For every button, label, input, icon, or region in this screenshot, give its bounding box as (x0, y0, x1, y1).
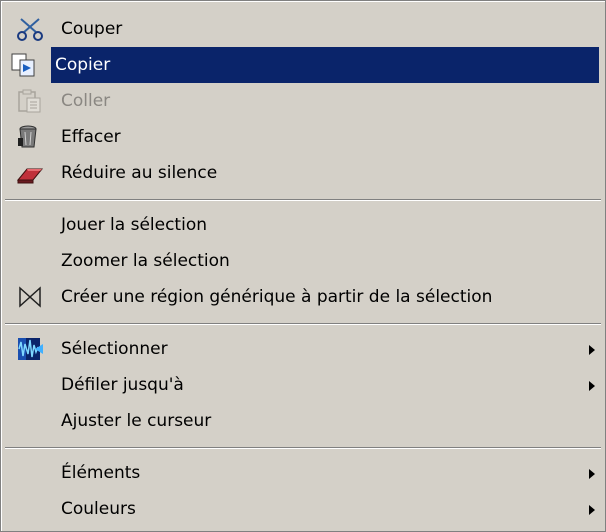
menu-item-reduire-au-silence[interactable]: Réduire au silence (7, 155, 599, 191)
scissors-icon (15, 16, 45, 42)
menu-item-label: Couper (61, 19, 123, 39)
menu-item-selectionner[interactable]: Sélectionner (7, 331, 599, 367)
menu-item-label: Zoomer la sélection (61, 251, 230, 271)
paste-icon (15, 88, 45, 114)
menu-item-jouer-la-selection[interactable]: Jouer la sélection (7, 207, 599, 243)
submenu-arrow-icon (589, 345, 595, 355)
waveform-select-icon (15, 336, 45, 362)
menu-item-couper[interactable]: Couper (7, 11, 599, 47)
menu-item-label: Couleurs (61, 499, 136, 519)
submenu-arrow-icon (589, 469, 595, 479)
menu-item-label: Ajuster le curseur (61, 411, 212, 431)
menu-item-ajuster-le-curseur[interactable]: Ajuster le curseur (7, 403, 599, 439)
menu-item-defiler-jusqua[interactable]: Défiler jusqu'à (7, 367, 599, 403)
menu-item-label: Éléments (61, 463, 141, 483)
menu-item-couleurs[interactable]: Couleurs (7, 491, 599, 527)
copy-icon (9, 52, 39, 78)
menu-item-label: Jouer la sélection (61, 215, 207, 235)
menu-item-copier[interactable]: Copier (11, 47, 599, 83)
menu-item-label: Sélectionner (61, 339, 168, 359)
menu-separator (5, 447, 601, 449)
menu-item-label: Effacer (61, 127, 121, 147)
submenu-arrow-icon (589, 381, 595, 391)
menu-item-creer-region-generique[interactable]: Créer une région générique à partir de l… (7, 279, 599, 315)
menu-item-label: Créer une région générique à partir de l… (61, 287, 493, 307)
bowtie-icon (15, 284, 45, 310)
menu-item-zoomer-la-selection[interactable]: Zoomer la sélection (7, 243, 599, 279)
eraser-icon (15, 160, 45, 186)
menu-item-label: Copier (55, 55, 111, 75)
menu-item-label: Défiler jusqu'à (61, 375, 184, 395)
menu-item-effacer[interactable]: Effacer (7, 119, 599, 155)
menu-item-label: Coller (61, 91, 111, 111)
trash-icon (15, 124, 45, 150)
context-menu: Couper Copier Coller Effacer Réduire au … (0, 0, 606, 532)
menu-separator (5, 199, 601, 201)
menu-item-label: Réduire au silence (61, 163, 218, 183)
menu-separator (5, 323, 601, 325)
menu-item-elements[interactable]: Éléments (7, 455, 599, 491)
menu-item-coller[interactable]: Coller (7, 83, 599, 119)
submenu-arrow-icon (589, 505, 595, 515)
